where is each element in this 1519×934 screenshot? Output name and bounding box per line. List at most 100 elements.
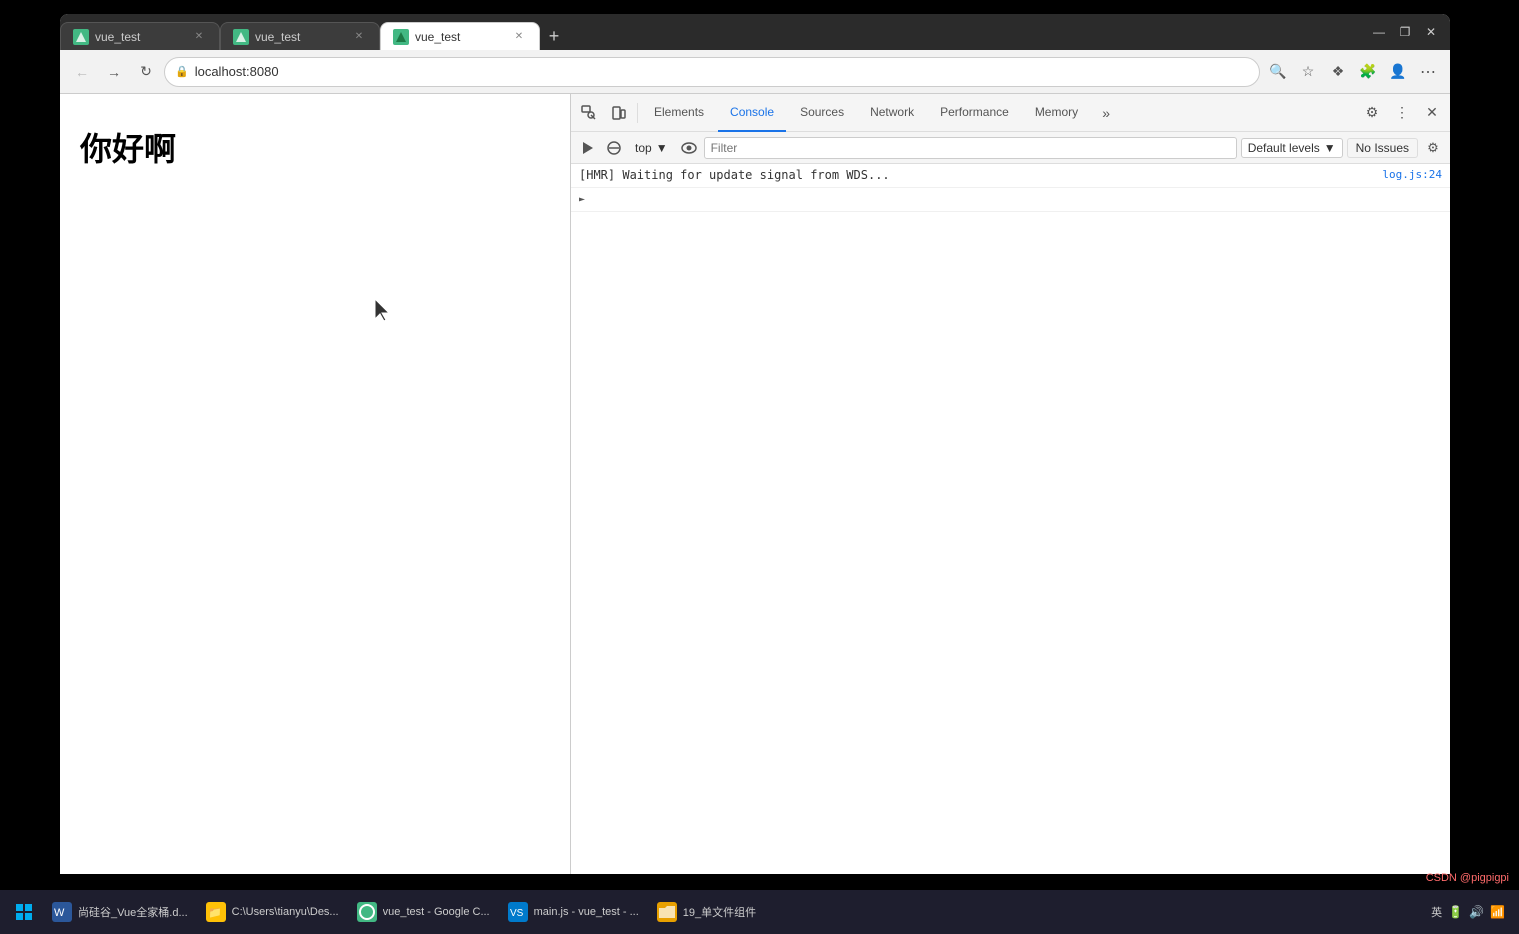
devtools-more-button[interactable]: ⋮ bbox=[1388, 99, 1416, 127]
content-area: 你好啊 bbox=[60, 94, 1450, 874]
tab-close-2[interactable]: ✕ bbox=[351, 29, 367, 45]
levels-dropdown-arrow: ▼ bbox=[1324, 141, 1336, 155]
url-text: localhost:8080 bbox=[195, 64, 279, 79]
console-message-hmr: [HMR] Waiting for update signal from WDS… bbox=[571, 164, 1450, 188]
forward-button[interactable]: → bbox=[100, 58, 128, 86]
browser-window: vue_test ✕ vue_test ✕ vue_test ✕ + bbox=[60, 14, 1450, 874]
taskbar-right: 英 🔋 🔊 📶 bbox=[1431, 904, 1513, 920]
mouse-cursor bbox=[375, 299, 395, 328]
tab-close-3[interactable]: ✕ bbox=[511, 29, 527, 45]
profile-button[interactable]: 👤 bbox=[1384, 58, 1412, 86]
devtools-panel: Elements Console Sources Network Perform… bbox=[570, 94, 1450, 874]
taskbar-item-folder-label: 19_单文件组件 bbox=[683, 904, 756, 920]
taskbar-item-vscode[interactable]: VS main.js - vue_test - ... bbox=[500, 894, 647, 930]
taskbar-item-vscode-label: main.js - vue_test - ... bbox=[534, 906, 639, 918]
folder-icon bbox=[657, 902, 677, 922]
context-value: top bbox=[635, 141, 652, 155]
console-eye-button[interactable] bbox=[678, 137, 700, 159]
page-heading: 你好啊 bbox=[80, 124, 550, 170]
back-button[interactable]: ← bbox=[68, 58, 96, 86]
taskbar-item-word[interactable]: W 尚硅谷_Vue全家桶.d... bbox=[44, 894, 196, 930]
tab-close-1[interactable]: ✕ bbox=[191, 29, 207, 45]
tab-performance[interactable]: Performance bbox=[928, 94, 1021, 132]
ime-icon[interactable]: 英 bbox=[1431, 904, 1442, 920]
collections-button[interactable]: ❖ bbox=[1324, 58, 1352, 86]
restore-button[interactable]: ❐ bbox=[1394, 21, 1416, 43]
nav-bar: ← → ↻ 🔒 localhost:8080 🔍 ☆ ❖ 🧩 👤 ⋯ bbox=[60, 50, 1450, 94]
battery-icon: 🔋 bbox=[1448, 905, 1463, 919]
nav-actions: 🔍 ☆ ❖ 🧩 👤 ⋯ bbox=[1264, 58, 1442, 86]
devtools-settings: ⚙ ⋮ ✕ bbox=[1358, 99, 1446, 127]
taskbar-item-explorer[interactable]: 📁 C:\Users\tianyu\Des... bbox=[198, 894, 347, 930]
tab-sources[interactable]: Sources bbox=[788, 94, 856, 132]
console-clear-button[interactable] bbox=[603, 137, 625, 159]
tabs-area: vue_test ✕ vue_test ✕ vue_test ✕ + bbox=[60, 14, 1360, 50]
tab-network[interactable]: Network bbox=[858, 94, 926, 132]
taskbar: W 尚硅谷_Vue全家桶.d... 📁 C:\Users\tianyu\Des.… bbox=[0, 890, 1519, 934]
tab-favicon-2 bbox=[233, 29, 249, 45]
console-message-text-hmr: [HMR] Waiting for update signal from WDS… bbox=[579, 168, 1374, 182]
console-filter-input[interactable] bbox=[704, 137, 1237, 159]
more-tabs-button[interactable]: » bbox=[1092, 99, 1120, 127]
expand-arrow-icon[interactable]: ► bbox=[579, 194, 585, 205]
watermark: CSDN @pigpigpi bbox=[1426, 872, 1509, 884]
browser-tab-2[interactable]: vue_test ✕ bbox=[220, 22, 380, 50]
devtools-toolbar: Elements Console Sources Network Perform… bbox=[571, 94, 1450, 132]
console-message-expand[interactable]: ► bbox=[571, 188, 1450, 212]
chrome-icon bbox=[357, 902, 377, 922]
start-button[interactable] bbox=[6, 894, 42, 930]
taskbar-item-explorer-label: C:\Users\tianyu\Des... bbox=[232, 906, 339, 918]
console-toolbar: top ▼ Default levels ▼ bbox=[571, 132, 1450, 164]
extensions-button[interactable]: 🧩 bbox=[1354, 58, 1382, 86]
zoom-button[interactable]: 🔍 bbox=[1264, 58, 1292, 86]
network-icon[interactable]: 📶 bbox=[1490, 905, 1505, 919]
console-settings-button[interactable]: ⚙ bbox=[1422, 137, 1444, 159]
close-button[interactable]: ✕ bbox=[1420, 21, 1442, 43]
menu-button[interactable]: ⋯ bbox=[1414, 58, 1442, 86]
no-issues-badge: No Issues bbox=[1347, 138, 1418, 158]
volume-icon[interactable]: 🔊 bbox=[1469, 905, 1484, 919]
svg-text:VS: VS bbox=[510, 908, 524, 919]
svg-text:W: W bbox=[54, 907, 65, 919]
tab-label-1: vue_test bbox=[95, 30, 185, 44]
vscode-icon: VS bbox=[508, 902, 528, 922]
console-message-source-hmr[interactable]: log.js:24 bbox=[1382, 168, 1442, 181]
devtools-settings-button[interactable]: ⚙ bbox=[1358, 99, 1386, 127]
console-levels-dropdown[interactable]: Default levels ▼ bbox=[1241, 138, 1343, 158]
console-run-button[interactable] bbox=[577, 137, 599, 159]
tab-label-3: vue_test bbox=[415, 30, 505, 44]
taskbar-item-word-label: 尚硅谷_Vue全家桶.d... bbox=[78, 904, 188, 920]
taskbar-item-folder[interactable]: 19_单文件组件 bbox=[649, 894, 764, 930]
svg-text:📁: 📁 bbox=[208, 907, 222, 919]
window-controls: — ❐ ✕ bbox=[1360, 14, 1450, 50]
console-messages: [HMR] Waiting for update signal from WDS… bbox=[571, 164, 1450, 874]
new-tab-button[interactable]: + bbox=[540, 22, 568, 50]
title-bar: vue_test ✕ vue_test ✕ vue_test ✕ + bbox=[60, 14, 1450, 50]
word-icon: W bbox=[52, 902, 72, 922]
taskbar-item-chrome[interactable]: vue_test - Google C... bbox=[349, 894, 498, 930]
reload-button[interactable]: ↻ bbox=[132, 58, 160, 86]
device-toolbar-button[interactable] bbox=[605, 99, 633, 127]
page-content: 你好啊 bbox=[60, 94, 570, 874]
browser-tab-1[interactable]: vue_test ✕ bbox=[60, 22, 220, 50]
browser-tab-3[interactable]: vue_test ✕ bbox=[380, 22, 540, 50]
toolbar-separator bbox=[637, 103, 638, 123]
explorer-icon: 📁 bbox=[206, 902, 226, 922]
inspect-element-button[interactable] bbox=[575, 99, 603, 127]
devtools-close-button[interactable]: ✕ bbox=[1418, 99, 1446, 127]
tab-label-2: vue_test bbox=[255, 30, 345, 44]
tab-memory[interactable]: Memory bbox=[1023, 94, 1090, 132]
tab-elements[interactable]: Elements bbox=[642, 94, 716, 132]
sys-tray-icons: 英 🔋 🔊 📶 bbox=[1431, 904, 1505, 920]
tab-favicon-1 bbox=[73, 29, 89, 45]
tab-console[interactable]: Console bbox=[718, 94, 786, 132]
tab-favicon-3 bbox=[393, 29, 409, 45]
lock-icon: 🔒 bbox=[175, 65, 189, 78]
address-bar[interactable]: 🔒 localhost:8080 bbox=[164, 57, 1260, 87]
taskbar-item-chrome-label: vue_test - Google C... bbox=[383, 906, 490, 918]
star-button[interactable]: ☆ bbox=[1294, 58, 1322, 86]
console-context-dropdown[interactable]: top ▼ bbox=[629, 139, 674, 157]
levels-value: Default levels bbox=[1248, 141, 1320, 155]
context-dropdown-arrow: ▼ bbox=[656, 141, 668, 155]
minimize-button[interactable]: — bbox=[1368, 21, 1390, 43]
